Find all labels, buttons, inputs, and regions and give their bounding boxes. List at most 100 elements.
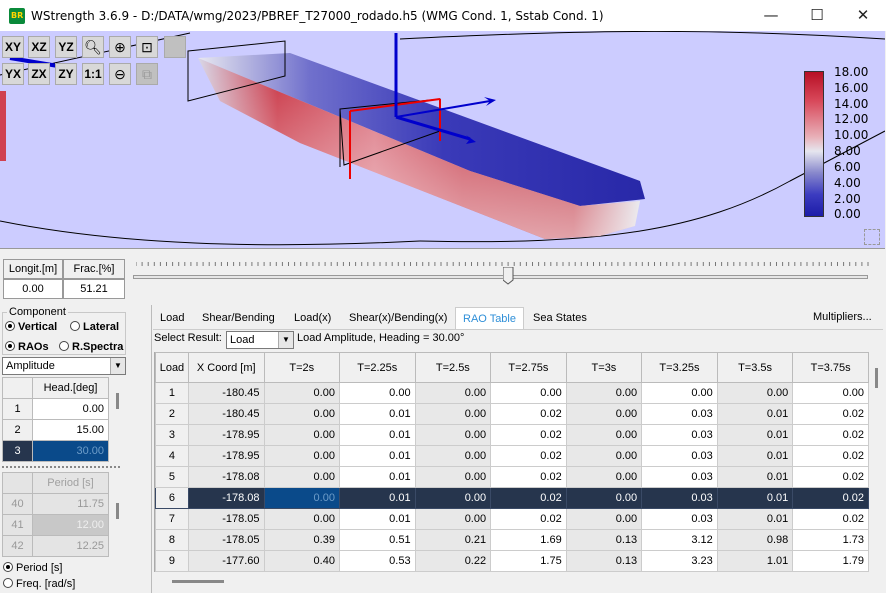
tab-shear-bending[interactable]: Shear/Bending — [198, 307, 279, 329]
column-header[interactable]: T=3.25s — [641, 352, 718, 383]
heading-row[interactable]: 1 0.00 — [2, 398, 109, 420]
minimize-button[interactable]: — — [748, 0, 794, 31]
multipliers-button[interactable]: Multipliers... — [813, 311, 872, 323]
table-cell[interactable]: 0.02 — [490, 487, 567, 509]
search-icon[interactable]: 🔍︎ — [82, 36, 104, 58]
table-cell[interactable]: 0.00 — [338, 382, 416, 404]
table-cell[interactable]: 0.00 — [565, 403, 643, 425]
table-cell[interactable]: 0.00 — [414, 403, 492, 425]
table-cell[interactable]: 0.01 — [716, 508, 794, 530]
zoom-in-icon[interactable]: ⊕ — [109, 36, 131, 58]
table-cell[interactable]: 0.00 — [414, 382, 492, 404]
table-cell[interactable]: 0.02 — [792, 466, 869, 488]
table-cell[interactable]: 0.02 — [490, 445, 567, 467]
view-xy-button[interactable]: XY — [2, 36, 24, 58]
table-cell[interactable]: 0.01 — [338, 424, 416, 446]
table-cell[interactable]: 0.02 — [792, 508, 869, 530]
table-cell[interactable]: 0.00 — [565, 382, 643, 404]
table-row[interactable]: 6 -178.08 0.00 0.01 0.00 0.02 0.00 0.03 0.01 0.02 — [155, 487, 869, 509]
table-cell[interactable]: 0.00 — [263, 487, 340, 509]
table-cell[interactable]: 3.23 — [641, 550, 718, 572]
view-zy-button[interactable]: ZY — [55, 63, 77, 85]
freq-radio[interactable]: Freq. [rad/s] — [3, 578, 75, 590]
fit-view-icon[interactable]: ⊡ — [136, 36, 158, 58]
table-cell[interactable]: 0.03 — [641, 508, 718, 530]
table-cell[interactable]: -178.08 — [187, 466, 265, 488]
table-cell[interactable]: 0.00 — [263, 403, 340, 425]
table-cell[interactable]: 0.51 — [338, 529, 416, 551]
table-cell[interactable]: 0.00 — [565, 445, 643, 467]
color-square-icon[interactable] — [164, 36, 186, 58]
table-horizontal-scrollbar[interactable] — [172, 580, 224, 583]
table-cell[interactable]: 0.00 — [263, 508, 340, 530]
tab-shear-bending-x[interactable]: Shear(x)/Bending(x) — [345, 307, 451, 329]
heading-row[interactable]: 2 15.00 — [2, 419, 109, 441]
splitter[interactable] — [2, 466, 120, 468]
table-cell[interactable]: 0.39 — [263, 529, 340, 551]
column-header[interactable]: Load — [155, 352, 189, 383]
mode-select[interactable]: Amplitude ▼ — [2, 357, 126, 375]
column-header[interactable]: T=2.25s — [338, 352, 416, 383]
period-scrollbar[interactable] — [116, 503, 119, 519]
table-cell[interactable]: 0.13 — [565, 550, 643, 572]
period-row[interactable]: 42 12.25 — [2, 535, 109, 557]
slider-thumb[interactable] — [502, 267, 514, 285]
rspectra-radio[interactable]: R.Spectra — [59, 341, 123, 353]
table-cell[interactable]: 0.00 — [490, 382, 567, 404]
row-index-cell[interactable]: 7 — [155, 508, 189, 530]
table-cell[interactable]: 0.00 — [263, 424, 340, 446]
table-cell[interactable]: 0.03 — [641, 424, 718, 446]
table-cell[interactable]: 0.02 — [490, 466, 567, 488]
frac-field[interactable]: 51.21 — [63, 279, 125, 299]
table-cell[interactable]: 0.00 — [414, 466, 492, 488]
zoom-out-icon[interactable]: ⊖ — [109, 63, 131, 85]
column-header[interactable]: T=2.5s — [414, 352, 492, 383]
longit-field[interactable]: 0.00 — [3, 279, 63, 299]
tab-load[interactable]: Load — [156, 307, 188, 329]
table-row[interactable]: 7 -178.05 0.00 0.01 0.00 0.02 0.00 0.03 0.01 0.02 — [155, 508, 869, 530]
row-index-cell[interactable]: 9 — [155, 550, 189, 572]
row-index-cell[interactable]: 3 — [155, 424, 189, 446]
view-zx-button[interactable]: ZX — [28, 63, 50, 85]
table-cell[interactable]: 0.01 — [716, 445, 794, 467]
table-cell[interactable]: 0.01 — [338, 487, 416, 509]
table-cell[interactable]: 0.01 — [338, 466, 416, 488]
heading-row-selected[interactable]: 3 30.00 — [2, 440, 109, 462]
table-cell[interactable]: 0.03 — [641, 403, 718, 425]
lateral-radio[interactable]: Lateral — [70, 321, 119, 333]
view-xz-button[interactable]: XZ — [28, 36, 50, 58]
copy-view-icon[interactable]: ⧉ — [136, 63, 158, 85]
table-cell[interactable]: -178.05 — [187, 508, 265, 530]
table-cell[interactable]: -178.95 — [187, 424, 265, 446]
table-cell[interactable]: 0.40 — [263, 550, 340, 572]
table-cell[interactable]: -178.95 — [187, 445, 265, 467]
table-cell[interactable]: 0.01 — [716, 403, 794, 425]
table-row[interactable]: 9 -177.60 0.40 0.53 0.22 1.75 0.13 3.23 1.01 1.79 — [155, 550, 869, 572]
table-cell[interactable]: -180.45 — [187, 382, 265, 404]
table-row[interactable]: 3 -178.95 0.00 0.01 0.00 0.02 0.00 0.03 0.01 0.02 — [155, 424, 869, 446]
table-cell[interactable]: 0.01 — [338, 403, 416, 425]
row-index-cell[interactable]: 2 — [155, 403, 189, 425]
table-cell[interactable]: 0.03 — [641, 487, 718, 509]
table-cell[interactable]: 1.01 — [716, 550, 794, 572]
vertical-radio[interactable]: Vertical — [5, 321, 57, 333]
table-vertical-scrollbar[interactable] — [875, 368, 878, 388]
table-cell[interactable]: 0.02 — [792, 445, 869, 467]
table-row[interactable]: 1 -180.45 0.00 0.00 0.00 0.00 0.00 0.00 0.00 0.00 — [155, 382, 869, 404]
table-cell[interactable]: 0.00 — [565, 487, 643, 509]
column-header[interactable]: T=2.75s — [490, 352, 567, 383]
row-index-cell[interactable]: 8 — [155, 529, 189, 551]
table-cell[interactable]: 0.98 — [716, 529, 794, 551]
table-cell[interactable]: 0.01 — [716, 424, 794, 446]
table-cell[interactable]: 0.00 — [414, 424, 492, 446]
view-1to1-button[interactable]: 1:1 — [82, 63, 104, 85]
table-cell[interactable]: -177.60 — [187, 550, 265, 572]
table-cell[interactable]: 0.02 — [792, 403, 869, 425]
table-cell[interactable]: 0.02 — [792, 424, 869, 446]
result-select[interactable]: Load ▼ — [226, 331, 294, 349]
table-cell[interactable]: -180.45 — [187, 403, 265, 425]
table-cell[interactable]: 0.00 — [641, 382, 718, 404]
table-cell[interactable]: -178.05 — [187, 529, 265, 551]
3d-viewport[interactable]: XY XZ YZ 🔍︎ ⊕ ⊡ YX ZX ZY 1:1 ⊖ ⧉ 18.00 1… — [0, 31, 885, 249]
tab-rao-table[interactable]: RAO Table — [455, 307, 524, 329]
